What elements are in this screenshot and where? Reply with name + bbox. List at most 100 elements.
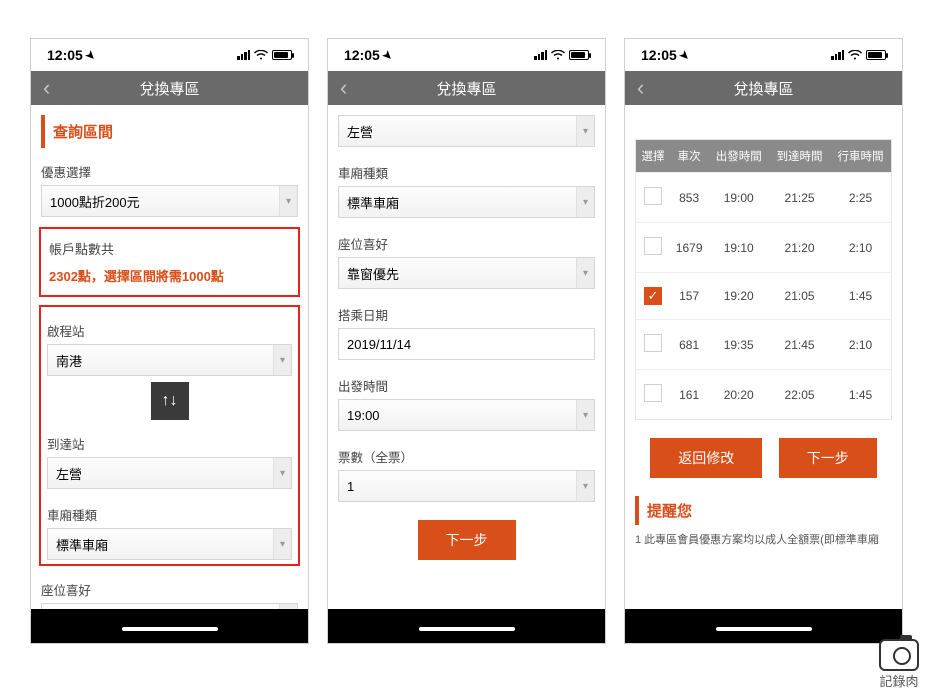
battery-icon bbox=[866, 50, 886, 60]
status-bar: 12:05 ➤ bbox=[328, 39, 605, 71]
car-label: 車廂種類 bbox=[47, 499, 292, 528]
cell-train: 681 bbox=[670, 320, 708, 370]
station-group: 啟程站 南港 ▾ ↑↓ 到達站 左營 ▾ 車廂種類 標準車廂 ▾ bbox=[39, 305, 300, 566]
signal-icon bbox=[831, 50, 844, 60]
from-label: 啟程站 bbox=[47, 315, 292, 344]
cell-train: 853 bbox=[670, 173, 708, 223]
status-bar: 12:05 ➤ bbox=[31, 39, 308, 71]
location-icon: ➤ bbox=[83, 47, 99, 63]
table-row[interactable]: 16120:2022:051:45 bbox=[636, 370, 892, 420]
table-header: 出發時間 bbox=[708, 140, 769, 173]
checkbox[interactable]: ✓ bbox=[644, 287, 662, 305]
chevron-down-icon: ▾ bbox=[279, 186, 297, 216]
car-label: 車廂種類 bbox=[338, 157, 595, 186]
car-select[interactable]: 標準車廂 ▾ bbox=[47, 528, 292, 560]
content: 查詢區間 優惠選擇 1000點折200元 ▾ 帳戶點數共 2302點，選擇區間將… bbox=[31, 105, 308, 643]
cell-arr: 21:45 bbox=[769, 320, 830, 370]
table-row[interactable]: ✓15719:2021:051:45 bbox=[636, 273, 892, 320]
location-icon: ➤ bbox=[677, 47, 693, 63]
table-header: 車次 bbox=[670, 140, 708, 173]
nav-title: 兌換專區 bbox=[31, 78, 308, 99]
chevron-down-icon: ▾ bbox=[273, 345, 291, 375]
cell-dep: 19:35 bbox=[708, 320, 769, 370]
table-header: 選擇 bbox=[636, 140, 671, 173]
cell-arr: 21:20 bbox=[769, 223, 830, 273]
home-indicator[interactable] bbox=[419, 627, 515, 631]
bottom-bar bbox=[328, 609, 605, 643]
phone-3: 12:05 ➤ ‹ 兌換專區 選擇車次出發時間到達時間行車時間 85319:00… bbox=[624, 38, 903, 644]
checkbox[interactable] bbox=[644, 187, 662, 205]
cell-dur: 2:25 bbox=[830, 173, 892, 223]
cell-dep: 20:20 bbox=[708, 370, 769, 420]
cell-arr: 21:05 bbox=[769, 273, 830, 320]
checkbox[interactable] bbox=[644, 237, 662, 255]
from-select[interactable]: 南港 ▾ bbox=[47, 344, 292, 376]
bottom-bar bbox=[31, 609, 308, 643]
bottom-bar bbox=[625, 609, 902, 643]
car-select[interactable]: 標準車廂 ▾ bbox=[338, 186, 595, 218]
chevron-down-icon: ▾ bbox=[576, 400, 594, 430]
section-title: 查詢區間 bbox=[41, 115, 298, 148]
depart-select[interactable]: 19:00 ▾ bbox=[338, 399, 595, 431]
cell-train: 1679 bbox=[670, 223, 708, 273]
date-input[interactable]: 2019/11/14 bbox=[338, 328, 595, 360]
home-indicator[interactable] bbox=[716, 627, 812, 631]
content: 左營 ▾ 車廂種類 標準車廂 ▾ 座位喜好 靠窗優先 ▾ 搭乘日期 bbox=[328, 105, 605, 643]
camera-icon bbox=[879, 639, 919, 671]
home-indicator[interactable] bbox=[122, 627, 218, 631]
watermark: 記錄肉 bbox=[879, 639, 919, 690]
table-header: 行車時間 bbox=[830, 140, 892, 173]
status-time: 12:05 bbox=[344, 47, 380, 63]
cell-dur: 2:10 bbox=[830, 320, 892, 370]
account-value: 2302點，選擇區間將需1000點 bbox=[49, 266, 290, 285]
chevron-down-icon: ▾ bbox=[273, 529, 291, 559]
date-label: 搭乘日期 bbox=[338, 299, 595, 328]
checkbox[interactable] bbox=[644, 384, 662, 402]
chevron-down-icon: ▾ bbox=[576, 471, 594, 501]
account-label: 帳戶點數共 bbox=[49, 239, 290, 258]
cell-train: 157 bbox=[670, 273, 708, 320]
seat-select[interactable]: 靠窗優先 ▾ bbox=[338, 257, 595, 289]
offer-label: 優惠選擇 bbox=[41, 156, 298, 185]
content: 選擇車次出發時間到達時間行車時間 85319:0021:252:25167919… bbox=[625, 105, 902, 643]
nav-title: 兌換專區 bbox=[328, 78, 605, 99]
nav-bar: ‹ 兌換專區 bbox=[625, 71, 902, 105]
to-label: 到達站 bbox=[47, 428, 292, 457]
back-icon[interactable]: ‹ bbox=[328, 77, 359, 99]
signal-icon bbox=[534, 50, 547, 60]
wifi-icon bbox=[254, 47, 268, 63]
signal-icon bbox=[237, 50, 250, 60]
next-button[interactable]: 下一步 bbox=[779, 438, 877, 478]
checkbox[interactable] bbox=[644, 334, 662, 352]
back-icon[interactable]: ‹ bbox=[625, 77, 656, 99]
table-row[interactable]: 85319:0021:252:25 bbox=[636, 173, 892, 223]
wifi-icon bbox=[848, 47, 862, 63]
seat-label: 座位喜好 bbox=[338, 228, 595, 257]
wifi-icon bbox=[551, 47, 565, 63]
seat-label: 座位喜好 bbox=[41, 574, 298, 603]
chevron-down-icon: ▾ bbox=[273, 458, 291, 488]
next-button[interactable]: 下一步 bbox=[418, 520, 516, 560]
battery-icon bbox=[569, 50, 589, 60]
cell-dur: 1:45 bbox=[830, 370, 892, 420]
chevron-down-icon: ▾ bbox=[576, 187, 594, 217]
to-select[interactable]: 左營 ▾ bbox=[47, 457, 292, 489]
location-icon: ➤ bbox=[380, 47, 396, 63]
status-bar: 12:05 ➤ bbox=[625, 39, 902, 71]
cell-arr: 21:25 bbox=[769, 173, 830, 223]
back-edit-button[interactable]: 返回修改 bbox=[650, 438, 762, 478]
chevron-down-icon: ▾ bbox=[576, 258, 594, 288]
table-row[interactable]: 167919:1021:202:10 bbox=[636, 223, 892, 273]
status-time: 12:05 bbox=[47, 47, 83, 63]
cell-arr: 22:05 bbox=[769, 370, 830, 420]
table-row[interactable]: 68119:3521:452:10 bbox=[636, 320, 892, 370]
phone-1: 12:05 ➤ ‹ 兌換專區 查詢區間 優惠選擇 1000點折200元 ▾ bbox=[30, 38, 309, 644]
cell-dep: 19:00 bbox=[708, 173, 769, 223]
phone-2: 12:05 ➤ ‹ 兌換專區 左營 ▾ 車廂種類 bbox=[327, 38, 606, 644]
swap-button[interactable]: ↑↓ bbox=[151, 382, 189, 420]
to-select[interactable]: 左營 ▾ bbox=[338, 115, 595, 147]
status-time: 12:05 bbox=[641, 47, 677, 63]
back-icon[interactable]: ‹ bbox=[31, 77, 62, 99]
qty-select[interactable]: 1 ▾ bbox=[338, 470, 595, 502]
offer-select[interactable]: 1000點折200元 ▾ bbox=[41, 185, 298, 217]
